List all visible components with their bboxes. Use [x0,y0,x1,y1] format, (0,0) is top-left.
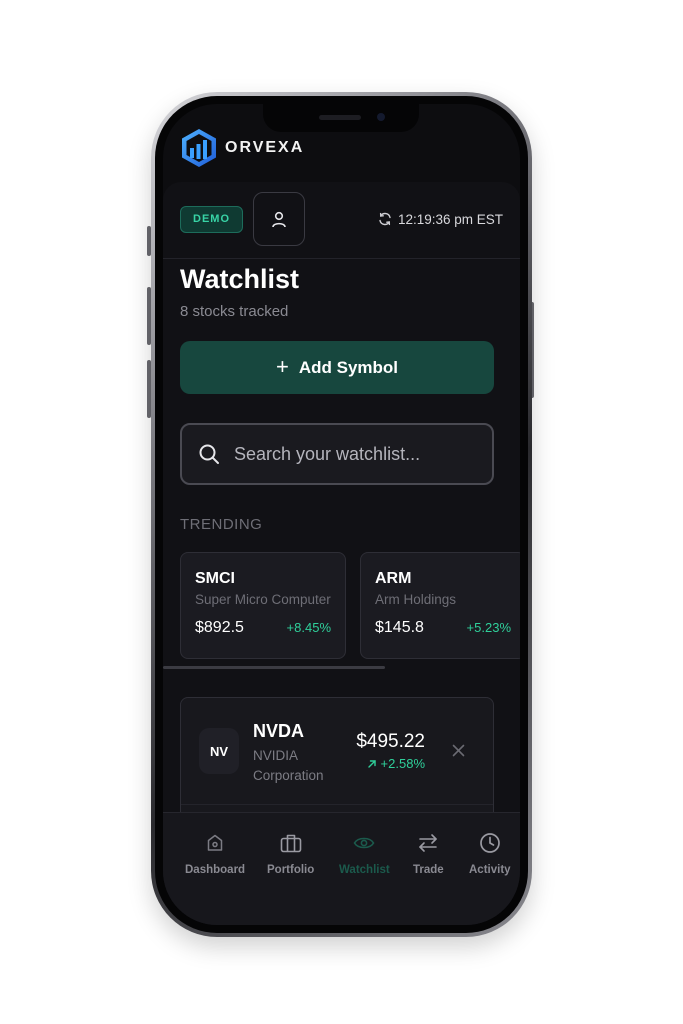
nav-label: Dashboard [185,864,246,876]
trending-price: $145.8 [375,619,424,636]
top-bar: DEMO 12:19:36 pm EST [180,192,503,246]
refresh-icon[interactable] [378,212,392,226]
trending-change: +8.45% [286,620,331,635]
trending-card-smci[interactable]: SMCI Super Micro Computer $892.5 +8.45% [180,552,346,659]
trending-company-name: Super Micro Computer [195,592,331,607]
add-symbol-button[interactable]: + Add Symbol [180,341,494,394]
clock-icon [478,831,502,855]
nav-label: Activity [469,864,511,876]
stock-avatar: NV [199,728,239,774]
notch [263,104,419,132]
add-symbol-label: Add Symbol [298,357,399,377]
plus-icon: + [275,353,289,379]
stock-company-name: NVIDIA Corporation [253,748,324,783]
swap-arrows-icon [416,831,440,855]
nav-label: Trade [413,864,444,876]
page-title: Watchlist [180,264,300,294]
close-icon [452,744,464,756]
trending-price: $892.5 [195,619,244,636]
card-divider [181,804,493,805]
nav-watchlist[interactable]: Watchlist [339,831,390,876]
nav-trade[interactable]: Trade [413,831,444,876]
trending-symbol: SMCI [195,570,235,587]
nav-label: Portfolio [267,864,315,876]
arrow-up-right-icon [367,759,376,768]
demo-badge: DEMO [180,205,243,233]
phone-screen: ORVEXA DEMO 12:19:36 pm EST Watchlist 8 … [163,104,520,925]
search-icon [199,444,219,464]
stock-change-value: +2.58% [380,756,425,771]
stocks-tracked-count: 8 stocks tracked [180,303,289,320]
search-input[interactable] [234,434,492,474]
stage: ORVEXA DEMO 12:19:36 pm EST Watchlist 8 … [0,0,683,1024]
profile-button[interactable] [253,192,305,246]
trending-quote: $892.5 +8.45% [195,619,331,637]
home-icon [203,831,227,855]
speaker-grille [319,115,361,120]
trending-symbol: ARM [375,570,412,587]
stock-price: $495.22 [356,731,425,752]
brand-name: ORVEXA [225,139,305,156]
market-clock: 12:19:36 pm EST [378,212,503,227]
trending-carousel[interactable]: SMCI Super Micro Computer $892.5 +8.45% … [180,552,520,660]
header-divider [163,258,520,259]
trending-scrollbar[interactable] [163,666,385,669]
bottom-navigation: Dashboard Portfolio Watchlist Trade Acti… [163,812,520,925]
front-camera [377,113,385,121]
eye-icon [352,831,376,855]
stock-symbol: NVDA [253,721,305,741]
nav-dashboard[interactable]: Dashboard [185,831,245,876]
stock-change: +2.58% [367,756,425,771]
briefcase-icon [279,831,303,855]
trending-card-arm[interactable]: ARM Arm Holdings $145.8 +5.23% [360,552,520,659]
user-icon [272,211,286,227]
orvexa-logo-icon [182,129,216,167]
trending-heading: TRENDING [180,516,263,533]
nav-label: Watchlist [339,864,390,876]
search-box [180,423,494,485]
remove-stock-button[interactable] [449,741,467,759]
trending-company-name: Arm Holdings [375,592,457,607]
trending-quote: $145.8 +5.23% [375,619,511,637]
trending-change: +5.23% [466,620,511,635]
nav-portfolio[interactable]: Portfolio [267,831,314,876]
clock-time: 12:19:36 pm EST [397,211,503,227]
nav-activity[interactable]: Activity [469,831,511,876]
brand: ORVEXA [180,128,304,168]
